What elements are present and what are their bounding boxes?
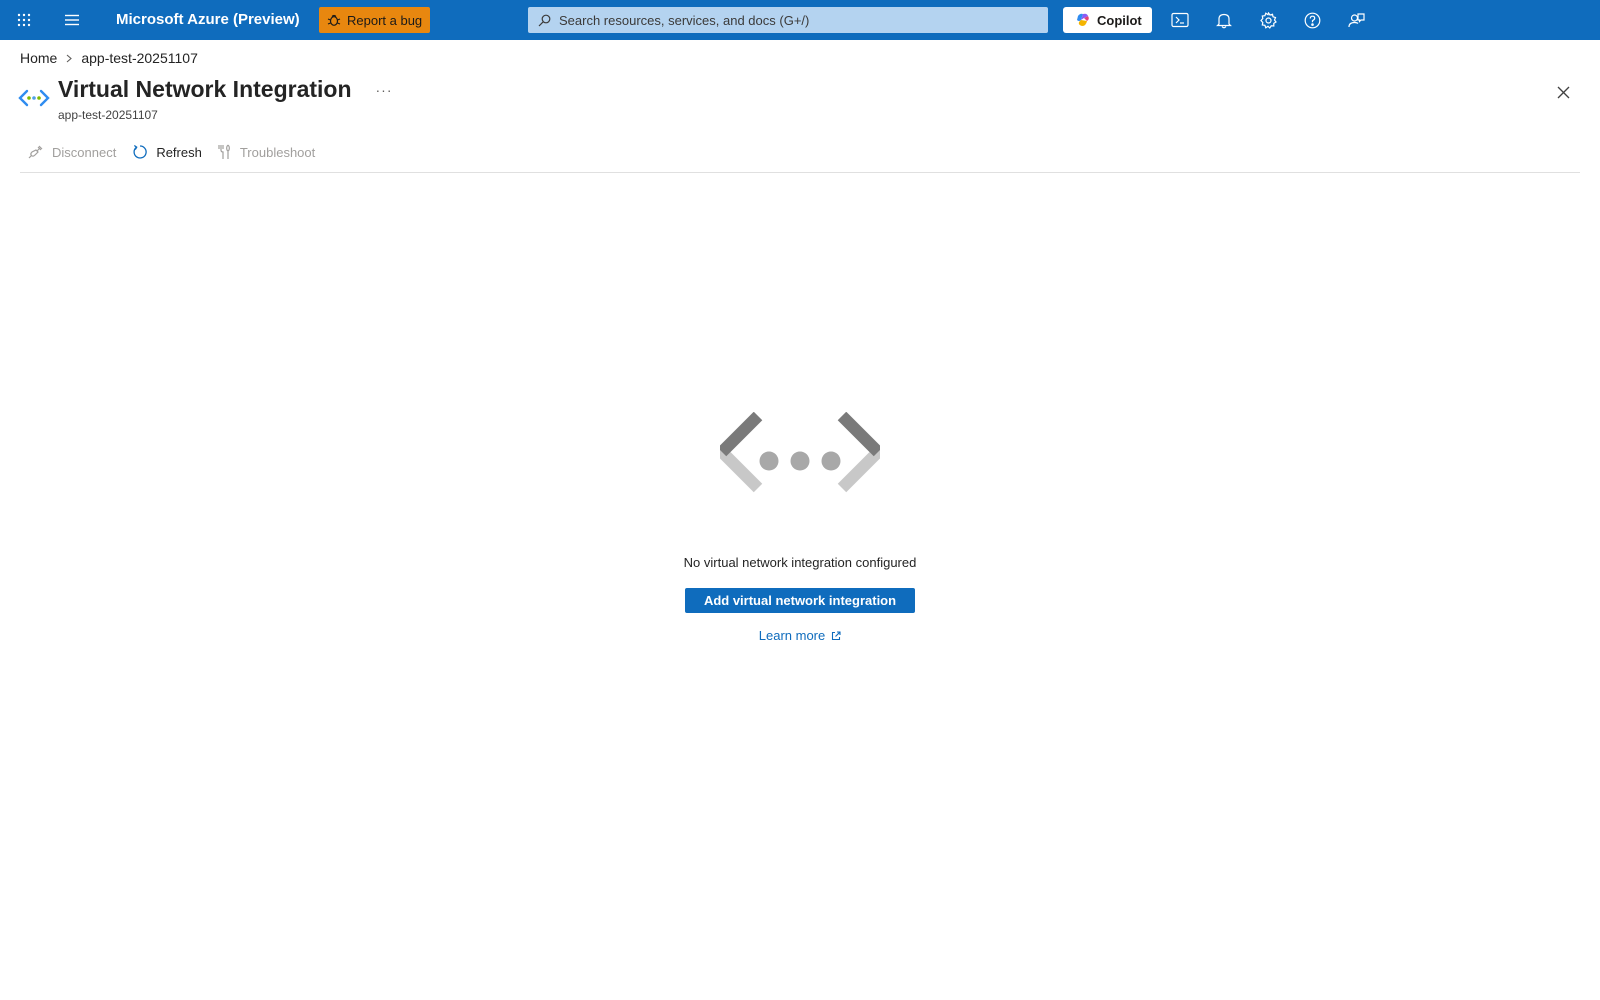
troubleshoot-label: Troubleshoot [239,144,316,160]
cloud-shell-button[interactable] [1160,0,1200,40]
copilot-label: Copilot [1097,12,1142,28]
hamburger-menu-icon [65,14,79,26]
app-launcher-icon [17,13,31,27]
refresh-label: Refresh [156,144,202,160]
copilot-icon [1077,13,1089,26]
empty-state-message: No virtual network integration configure… [683,555,917,570]
breadcrumb: Home app-test-20251107 [20,48,198,68]
breadcrumb-app[interactable]: app-test-20251107 [81,50,198,66]
bug-icon [327,14,341,26]
close-icon [1557,86,1569,98]
help-button[interactable] [1292,0,1332,40]
search-input[interactable] [559,12,1039,28]
more-options-button[interactable]: ··· [374,82,394,102]
disconnect-button[interactable]: Disconnect [20,140,124,164]
refresh-icon [133,144,148,159]
feedback-button[interactable] [1336,0,1376,40]
disconnect-plug-icon [28,145,43,159]
settings-button[interactable] [1248,0,1288,40]
portal-brand[interactable]: Microsoft Azure (Preview) [116,0,300,40]
page-subtitle: app-test-20251107 [58,108,158,122]
virtual-network-icon [18,89,50,107]
chevron-right-icon [66,54,73,63]
learn-more-label: Learn more [758,628,826,643]
report-bug-button[interactable]: Report a bug [319,7,430,33]
notifications-button[interactable] [1204,0,1244,40]
top-bar: Microsoft Azure (Preview) Report a bug C… [0,0,1600,40]
search-icon [538,14,551,26]
add-vnet-integration-button[interactable]: Add virtual network integration [685,588,915,613]
gear-icon [1259,11,1277,29]
app-launcher-button[interactable] [4,0,44,40]
copilot-button[interactable]: Copilot [1063,7,1152,33]
portal-menu-button[interactable] [52,0,92,40]
virtual-network-empty-icon [720,412,880,493]
command-bar-divider [20,172,1580,173]
bell-icon [1216,13,1232,28]
external-link-icon [832,630,841,640]
help-icon [1304,12,1320,28]
cloud-shell-icon [1171,12,1189,28]
global-search[interactable] [528,7,1048,33]
refresh-button[interactable]: Refresh [124,140,210,164]
disconnect-label: Disconnect [52,144,117,160]
feedback-icon [1347,12,1365,27]
page-title: Virtual Network Integration [58,76,352,102]
command-bar: Disconnect Refresh Troubleshoot [20,140,323,164]
close-blade-button[interactable] [1553,82,1573,102]
report-bug-label: Report a bug [347,12,423,28]
learn-more-link[interactable]: Learn more [700,628,900,643]
troubleshoot-button[interactable]: Troubleshoot [210,140,323,164]
breadcrumb-home[interactable]: Home [20,50,57,66]
troubleshoot-icon [218,144,230,159]
